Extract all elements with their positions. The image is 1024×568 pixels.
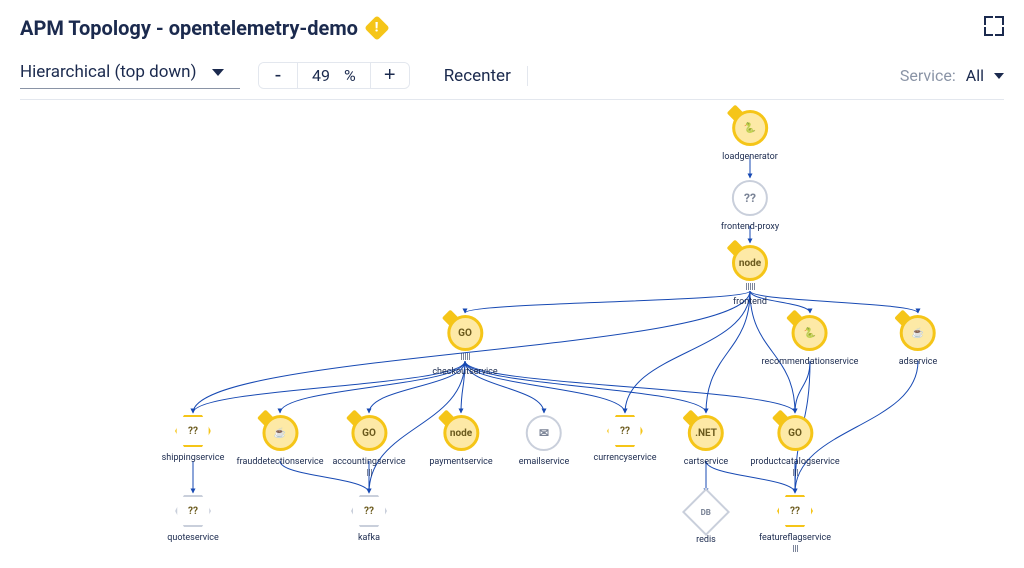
- service-label: recommendationservice: [762, 357, 859, 367]
- java-icon: ☕: [912, 328, 924, 339]
- zoom-unit: %: [344, 66, 356, 85]
- zoom-out-button[interactable]: -: [259, 63, 297, 88]
- ??-icon: ??: [364, 506, 374, 517]
- zoom-in-button[interactable]: +: [371, 63, 409, 88]
- GO-icon: GO: [362, 428, 376, 439]
- service-label: productcatalogservice: [750, 457, 839, 467]
- service-label: frontend-proxy: [721, 222, 779, 232]
- chevron-down-icon: [994, 73, 1004, 79]
- DB-icon: DB: [701, 508, 711, 517]
- service-label: currencyservice: [594, 453, 657, 463]
- service-label: frauddetectionservice: [236, 457, 323, 467]
- connector-ticks: | | |: [367, 468, 372, 477]
- GO-icon: GO: [458, 328, 472, 339]
- service-node-loadgenerator[interactable]: 🐍 loadgenerator: [722, 110, 778, 162]
- service-node-frontendproxy[interactable]: ?? frontend-proxy: [721, 180, 779, 232]
- layout-mode-select[interactable]: Hierarchical (top down): [20, 62, 240, 89]
- py-icon: 🐍: [804, 328, 816, 339]
- page-title: APM Topology - opentelemetry-demo: [20, 16, 358, 40]
- service-node-featureflagservice[interactable]: ?? featureflagservice| | |: [759, 495, 831, 553]
- service-filter-label: Service:: [900, 66, 956, 85]
- service-label: featureflagservice: [759, 533, 831, 543]
- service-node-frauddetectionservice[interactable]: ☕ frauddetectionservice: [236, 415, 323, 467]
- ??-icon: ??: [744, 191, 756, 205]
- service-filter[interactable]: Service: All: [900, 66, 1004, 85]
- service-node-paymentservice[interactable]: node paymentservice: [429, 415, 492, 467]
- service-node-adservice[interactable]: ☕ adservice: [899, 315, 938, 367]
- service-label: emailservice: [519, 457, 570, 467]
- service-label: frontend: [733, 297, 767, 307]
- service-label: shippingservice: [162, 453, 225, 463]
- topology-canvas[interactable]: 🐍 loadgenerator?? frontend-proxy node | | | …: [20, 100, 1004, 560]
- service-label: checkoutservice: [432, 367, 497, 377]
- connector-ticks: | | |: [793, 544, 798, 553]
- service-node-shippingservice[interactable]: ?? shippingservice: [162, 415, 225, 463]
- service-node-quoteservice[interactable]: ?? quoteservice: [167, 495, 219, 543]
- service-node-cartservice[interactable]: .NET cartservice: [684, 415, 728, 467]
- node-icon: node: [739, 258, 761, 269]
- service-label: loadgenerator: [722, 152, 778, 162]
- service-node-emailservice[interactable]: ✉ emailservice: [519, 415, 570, 467]
- fullscreen-button[interactable]: [984, 16, 1004, 36]
- .NET-icon: .NET: [695, 428, 717, 439]
- connector-ticks: | | |: [793, 468, 798, 477]
- mail-icon: ✉: [539, 426, 549, 440]
- connector-ticks: | | | | |: [461, 352, 470, 361]
- service-node-accountingservice[interactable]: GO accountingservice| | |: [332, 415, 405, 477]
- service-label: kafka: [358, 533, 380, 543]
- ??-icon: ??: [188, 426, 198, 437]
- service-node-kafka[interactable]: ?? kafka: [351, 495, 387, 543]
- service-node-redis[interactable]: DB redis: [689, 495, 723, 545]
- service-label: redis: [696, 535, 716, 545]
- service-label: accountingservice: [332, 457, 405, 467]
- service-label: cartservice: [684, 457, 728, 467]
- service-node-productcatalogservice[interactable]: GO productcatalogservice| | |: [750, 415, 839, 477]
- toolbar: Hierarchical (top down) - 49 % + Recente…: [20, 62, 1004, 100]
- ??-icon: ??: [790, 506, 800, 517]
- ??-icon: ??: [620, 426, 630, 437]
- warning-icon: !: [364, 15, 389, 40]
- connector-ticks: | | | | |: [746, 282, 755, 291]
- zoom-control: - 49 % +: [258, 62, 410, 89]
- layout-mode-label: Hierarchical (top down): [20, 62, 196, 82]
- node-icon: node: [450, 428, 472, 439]
- java-icon: ☕: [274, 428, 286, 439]
- service-node-checkoutservice[interactable]: GO | | | | | checkoutservice: [432, 315, 497, 377]
- chevron-down-icon: [212, 69, 224, 76]
- py-icon: 🐍: [744, 123, 756, 134]
- ??-icon: ??: [188, 506, 198, 517]
- service-node-frontend[interactable]: node | | | | | frontend: [732, 245, 768, 307]
- recenter-button[interactable]: Recenter: [428, 66, 528, 86]
- service-label: quoteservice: [167, 533, 219, 543]
- zoom-value: 49: [312, 66, 330, 85]
- service-node-currencyservice[interactable]: ?? currencyservice: [594, 415, 657, 463]
- GO-icon: GO: [788, 428, 802, 439]
- service-label: adservice: [899, 357, 938, 367]
- service-filter-value: All: [966, 66, 984, 85]
- service-node-recommendationservice[interactable]: 🐍 recommendationservice: [762, 315, 859, 367]
- service-label: paymentservice: [429, 457, 492, 467]
